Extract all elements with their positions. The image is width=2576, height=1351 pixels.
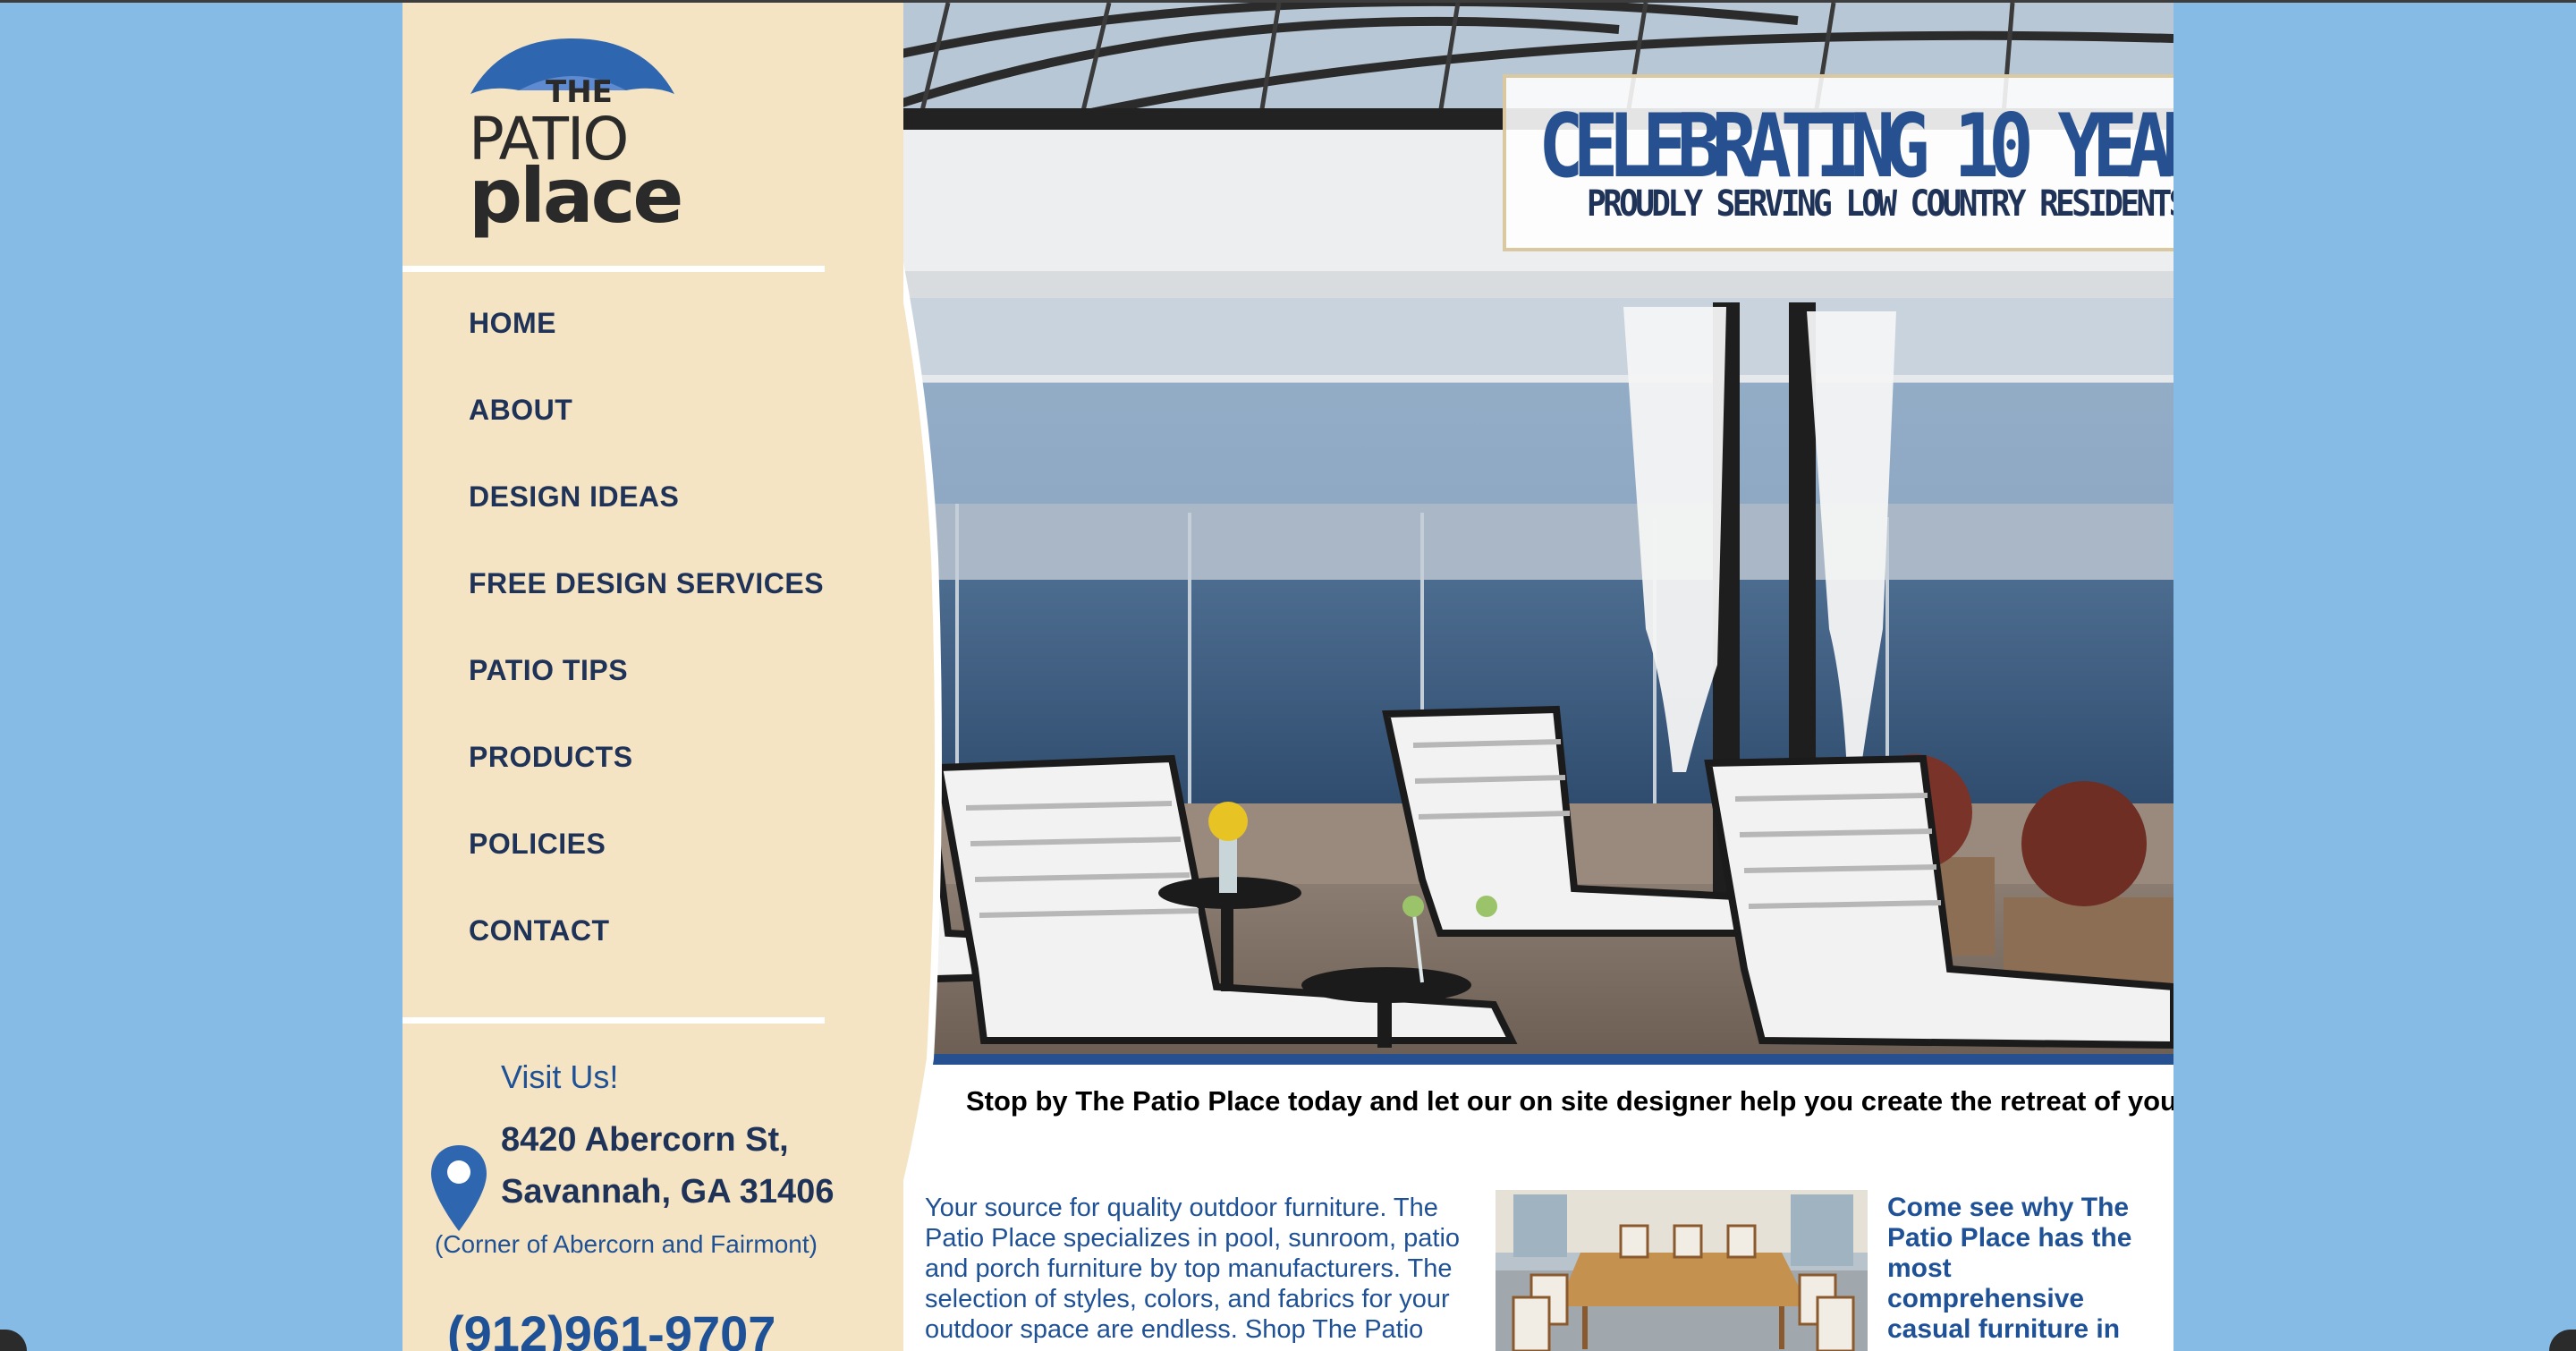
furniture-thumbnail[interactable] bbox=[1496, 1190, 1868, 1351]
address-street[interactable]: 8420 Abercorn St, bbox=[501, 1121, 789, 1160]
nav-patio-tips[interactable]: PATIO TIPS bbox=[469, 654, 824, 741]
nav-contact[interactable]: CONTACT bbox=[469, 914, 824, 1001]
cta-text: Come see why The Patio Place has the mos… bbox=[1887, 1193, 2132, 1344]
visit-heading: Visit Us! bbox=[501, 1058, 619, 1095]
sidebar-divider-top bbox=[402, 266, 825, 272]
site-logo[interactable]: THE PATIO place bbox=[456, 31, 698, 237]
badge-subheadline: PROUDLY SERVING LOW COUNTRY RESIDENTS bbox=[1587, 183, 2174, 225]
nav-about[interactable]: ABOUT bbox=[469, 394, 824, 480]
anniversary-badge: CELEBRATING 10 YEARS! PROUDLY SERVING LO… bbox=[1503, 74, 2174, 251]
phone-number[interactable]: (912)961-9707 bbox=[447, 1304, 775, 1351]
nav-design-ideas[interactable]: DESIGN IDEAS bbox=[469, 480, 824, 567]
nav-products[interactable]: PRODUCTS bbox=[469, 741, 824, 828]
nav-home[interactable]: HOME bbox=[469, 307, 824, 394]
address-city[interactable]: Savannah, GA 31406 bbox=[501, 1173, 834, 1211]
window-corner-right bbox=[2549, 1330, 2576, 1351]
badge-headline: CELEBRATING 10 YEARS! bbox=[1538, 96, 2174, 198]
sidebar-divider-bottom bbox=[402, 1017, 825, 1024]
logo-place: place bbox=[469, 152, 683, 240]
nav-free-design-services[interactable]: FREE DESIGN SERVICES bbox=[469, 567, 824, 654]
map-pin-icon[interactable] bbox=[429, 1143, 488, 1233]
address-note: (Corner of Abercorn and Fairmont) bbox=[435, 1230, 818, 1258]
nav-policies[interactable]: POLICIES bbox=[469, 828, 824, 914]
main-nav: HOME ABOUT DESIGN IDEAS FREE DESIGN SERV… bbox=[469, 307, 824, 1001]
window-corner-left bbox=[0, 1330, 27, 1351]
page-container: CELEBRATING 10 YEARS! PROUDLY SERVING LO… bbox=[402, 3, 2174, 1351]
